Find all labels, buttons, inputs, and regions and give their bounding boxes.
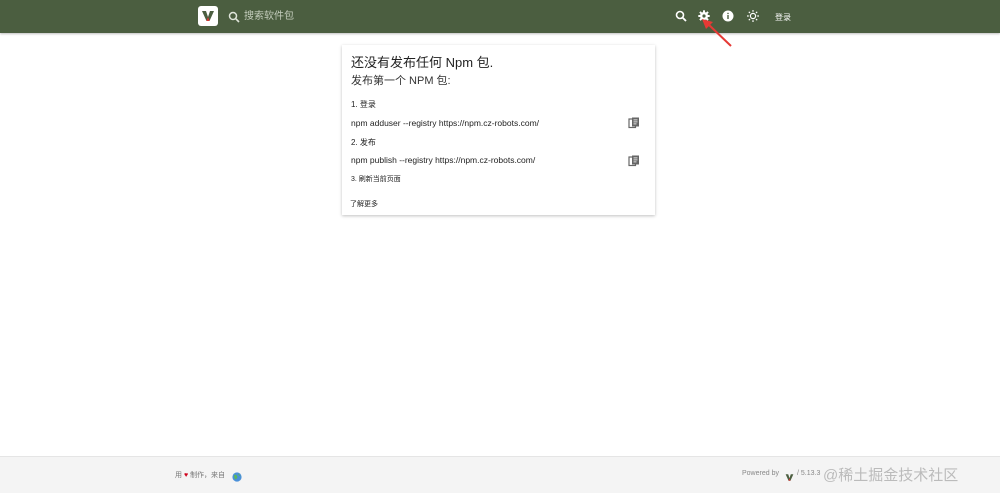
theme-sun-icon[interactable] <box>747 10 759 22</box>
made-with-suffix: 制作，来自 <box>190 472 226 479</box>
step-refresh-label: 3. 刷新当前页面 <box>351 176 401 183</box>
publish-command: npm publish --registry https://npm.cz-ro… <box>351 155 536 165</box>
step-publish-label: 2. 发布 <box>351 138 376 147</box>
search-icon <box>228 10 240 23</box>
empty-state-card: 还没有发布任何 Npm 包. 发布第一个 NPM 包: 1. 登录 npm ad… <box>342 45 655 215</box>
copy-icon[interactable] <box>628 116 640 129</box>
learn-more-link[interactable]: 了解更多 <box>350 199 378 209</box>
version-text: / 5.13.3 <box>797 470 821 477</box>
verdaccio-logo-icon[interactable] <box>785 469 794 481</box>
login-button[interactable]: 登录 <box>770 9 796 25</box>
card-subtitle: 发布第一个 NPM 包: <box>351 75 451 87</box>
powered-by-text: Powered by <box>742 470 779 477</box>
made-with-text: 用 ♥ 制作，来自 <box>175 470 225 480</box>
verdaccio-logo[interactable] <box>198 6 218 26</box>
copy-icon[interactable] <box>628 154 640 167</box>
watermark: @稀土掘金技术社区 <box>823 467 959 484</box>
logo-mark-icon <box>202 11 214 21</box>
adduser-command: npm adduser --registry https://npm.cz-ro… <box>351 118 540 128</box>
top-app-bar: 登录 <box>0 0 1000 33</box>
made-with-prefix: 用 <box>175 472 182 479</box>
heart-icon: ♥ <box>183 472 189 479</box>
footer: 用 ♥ 制作，来自 Powered by / 5.13.3 @稀土掘金技术社区 <box>0 456 1000 493</box>
search-icon[interactable] <box>675 10 687 22</box>
globe-icon[interactable] <box>232 469 242 482</box>
card-title: 还没有发布任何 Npm 包. <box>351 55 494 70</box>
annotation-arrow-icon <box>702 19 732 47</box>
search-input[interactable] <box>244 7 544 25</box>
step-login-label: 1. 登录 <box>351 100 376 109</box>
